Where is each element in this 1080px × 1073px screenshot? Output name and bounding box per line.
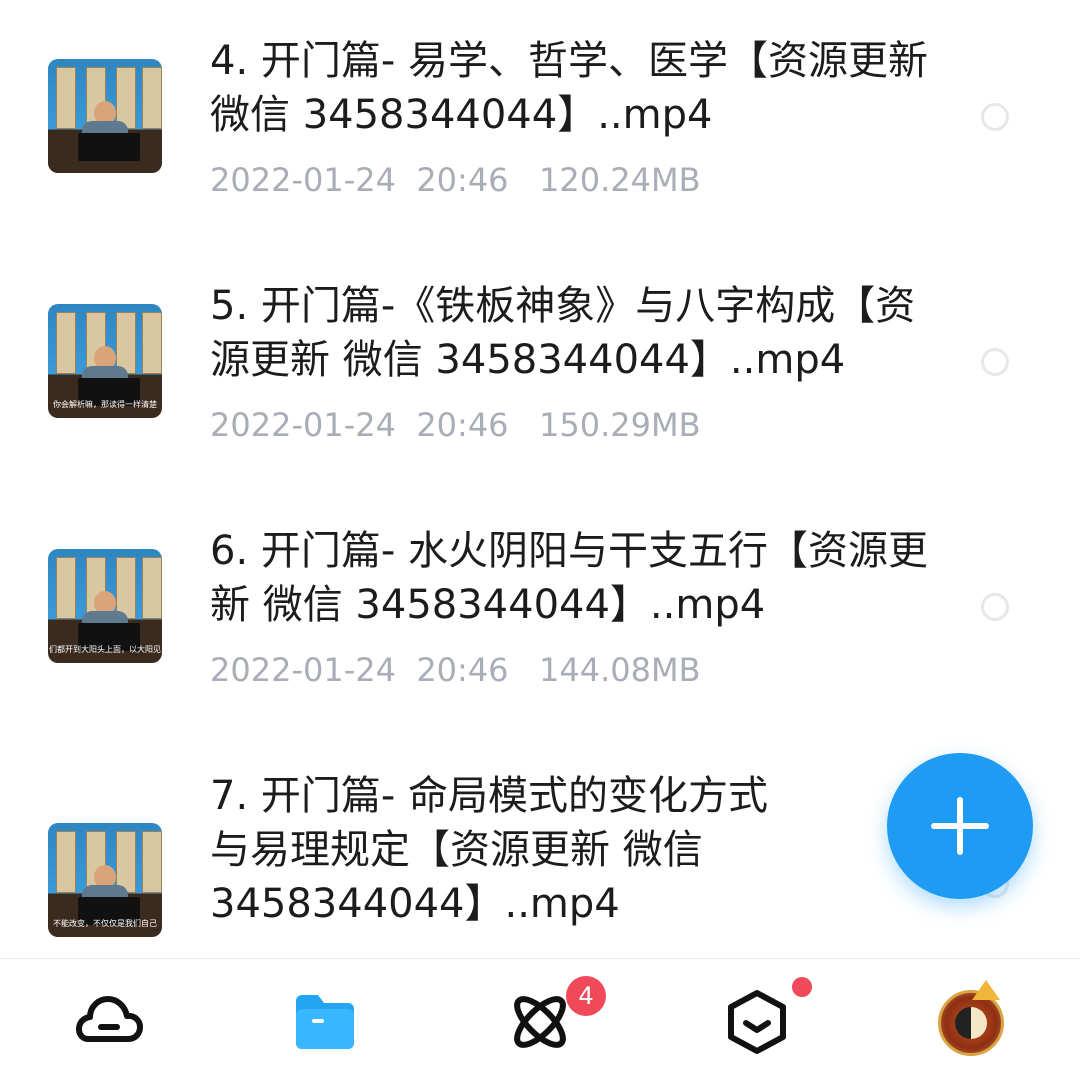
list-item[interactable]: 你会解析嘛，那读得一样清楚 5. 开门篇-《铁板神象》与八字构成【资源更新 微信…	[0, 245, 1080, 485]
video-thumbnail[interactable]	[48, 59, 162, 173]
bottom-tab-bar	[0, 958, 1080, 1073]
file-meta: 2022-01-24 20:46 144.08MB	[210, 650, 701, 690]
file-date: 2022-01-24	[210, 651, 396, 689]
file-time: 20:46	[416, 161, 509, 199]
crown-icon	[972, 980, 1000, 1000]
thumbnail-caption	[48, 155, 162, 165]
file-size: 144.08MB	[539, 651, 701, 689]
file-meta: 2022-01-24 20:46 120.24MB	[210, 160, 701, 200]
file-meta: 2022-01-24 20:46 150.29MB	[210, 405, 701, 445]
file-date: 2022-01-24	[210, 406, 396, 444]
thumbnail-caption: 们都开到大阳头上面，以大阳见	[49, 645, 161, 654]
box-icon	[728, 990, 786, 1054]
thumbnail-caption: 不能改变，不仅仅是我们自己	[53, 919, 157, 928]
file-title[interactable]: 6. 开门篇- 水火阴阳与干支五行【资源更新 微信 3458344044】..m…	[210, 524, 930, 632]
file-title[interactable]: 4. 开门篇- 易学、哲学、医学【资源更新 微信 3458344044】..mp…	[210, 34, 930, 142]
file-size: 150.29MB	[539, 406, 701, 444]
file-size: 120.24MB	[539, 161, 701, 199]
video-thumbnail[interactable]: 不能改变，不仅仅是我们自己	[48, 823, 162, 937]
file-time: 20:46	[416, 406, 509, 444]
yin-yang-icon	[955, 1007, 987, 1039]
tab-cloud[interactable]	[74, 987, 144, 1057]
list-item[interactable]: 4. 开门篇- 易学、哲学、医学【资源更新 微信 3458344044】..mp…	[0, 0, 1080, 240]
notification-badge: 4	[566, 976, 606, 1016]
video-thumbnail[interactable]: 你会解析嘛，那读得一样清楚	[48, 304, 162, 418]
notification-dot	[792, 977, 812, 997]
atom-icon	[514, 996, 566, 1048]
tab-files[interactable]	[290, 987, 360, 1057]
list-item[interactable]: 们都开到大阳头上面，以大阳见 6. 开门篇- 水火阴阳与干支五行【资源更新 微信…	[0, 490, 1080, 730]
tab-discover[interactable]	[505, 987, 575, 1057]
select-radio[interactable]	[981, 348, 1009, 376]
tab-apps[interactable]	[722, 987, 792, 1057]
thumbnail-caption: 你会解析嘛，那读得一样清楚	[53, 400, 157, 409]
select-radio[interactable]	[981, 103, 1009, 131]
folder-icon	[296, 995, 354, 1049]
file-title[interactable]: 7. 开门篇- 命局模式的变化方式与易理规定【资源更新 微信 345834404…	[210, 769, 770, 931]
file-time: 20:46	[416, 651, 509, 689]
file-title[interactable]: 5. 开门篇-《铁板神象》与八字构成【资源更新 微信 3458344044】..…	[210, 279, 930, 387]
select-radio[interactable]	[981, 593, 1009, 621]
add-button[interactable]	[887, 753, 1033, 899]
file-date: 2022-01-24	[210, 161, 396, 199]
video-thumbnail[interactable]: 们都开到大阳头上面，以大阳见	[48, 549, 162, 663]
cloud-icon	[76, 996, 143, 1042]
